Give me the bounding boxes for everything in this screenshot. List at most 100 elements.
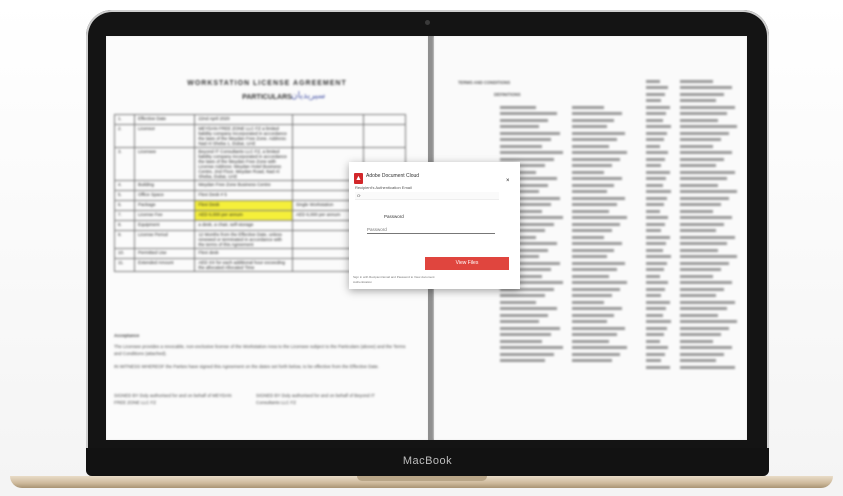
text-line [572,294,612,297]
text-line [500,157,555,161]
text-line [572,183,615,187]
text-line [572,216,628,219]
text-line [680,229,716,232]
email-field[interactable] [355,192,499,200]
text-line [500,105,537,109]
text-line [646,157,665,161]
table-cell: Meydan Free Zone Business Centre [194,180,293,191]
text-line [680,281,732,284]
text-line [500,339,543,343]
table-cell: 1. [113,114,136,125]
text-line [572,144,610,148]
text-line [500,346,564,349]
text-line [680,294,716,297]
text-line [500,326,561,330]
text-line [646,164,662,167]
text-line [680,255,738,258]
table-cell: 3. [113,147,136,181]
table-cell [363,114,406,125]
text-line [646,138,664,141]
text-line [646,92,665,96]
text-line [646,86,669,89]
text-line [680,112,727,115]
password-label: Password [384,214,404,219]
text-line [572,118,615,122]
text-line [680,183,719,187]
dialog-note-line-1: Sign in with Recipient Email and Passwor… [353,275,435,279]
laptop-screen: WORKSTATION LICENSE AGREEMENT PARTICULAR… [106,36,747,440]
text-line [572,105,604,109]
table-cell: Equipment [134,220,196,231]
text-line [646,170,670,174]
text-line [646,281,669,284]
text-line [500,144,543,148]
text-line [646,300,670,304]
text-line [572,274,610,278]
text-line [646,235,670,239]
text-line [680,346,732,349]
text-line [680,190,738,193]
text-line [572,170,604,174]
text-line [572,255,607,258]
signed-left: SIGNED BY Duly authorised for and on beh… [114,393,232,405]
text-line [646,209,661,213]
table-cell [291,124,365,148]
text-line [680,144,713,148]
text-line [500,138,552,141]
login-dialog: ▲ Adobe Document Cloud × Recipient's Aut… [349,162,520,289]
text-line [500,333,552,336]
table-cell: Permitted Use [134,248,196,259]
text-line [680,99,716,102]
text-line [680,261,730,265]
view-files-button[interactable]: View Files [425,257,509,270]
text-line [646,151,669,154]
text-line [680,105,735,109]
text-line [646,365,670,369]
text-line [680,86,732,89]
table-row: 2. Licensor MEYDAN FREE ZONE LLC FZ a limi… [113,124,406,148]
text-line [572,333,617,336]
table-cell: Effective Date [134,114,196,125]
text-line [680,138,722,141]
text-line [646,294,662,297]
table-cell: Flexi Desk [194,200,293,211]
text-line [646,333,664,336]
table-cell: Office Space [134,190,196,201]
table-cell: 8. [113,220,136,231]
text-line [680,125,738,128]
text-line [572,229,612,232]
text-line [572,339,610,343]
scene: WORKSTATION LICENSE AGREEMENT PARTICULAR… [0,0,843,496]
text-line [646,196,668,200]
stamp-text: سيريديان [291,91,326,101]
text-line [572,209,610,213]
text-line [646,307,667,310]
close-button[interactable]: × [506,178,510,184]
table-cell: License Period [134,230,196,249]
text-line [680,352,724,356]
text-line [646,320,671,323]
table-cell: Flexi desk [194,248,293,259]
text-line [646,229,662,232]
text-line [680,248,719,252]
text-line [680,313,719,317]
table-cell: 5. [113,190,136,201]
text-line [572,242,623,245]
text-line [646,268,664,271]
text-line [500,300,537,304]
text-line [646,352,665,356]
table-cell: AED XX for each additional hour exceedin… [194,258,293,272]
text-line [572,352,620,356]
text-line [646,203,664,206]
text-line [572,131,625,135]
table-cell: Licensor [134,124,196,148]
text-line [572,151,628,154]
text-line [680,359,716,362]
password-field[interactable] [367,225,495,234]
text-line [646,177,667,180]
text-line [572,248,615,252]
text-line [646,144,661,148]
text-line [572,268,617,271]
text-line [572,112,623,115]
text-line [680,92,724,96]
